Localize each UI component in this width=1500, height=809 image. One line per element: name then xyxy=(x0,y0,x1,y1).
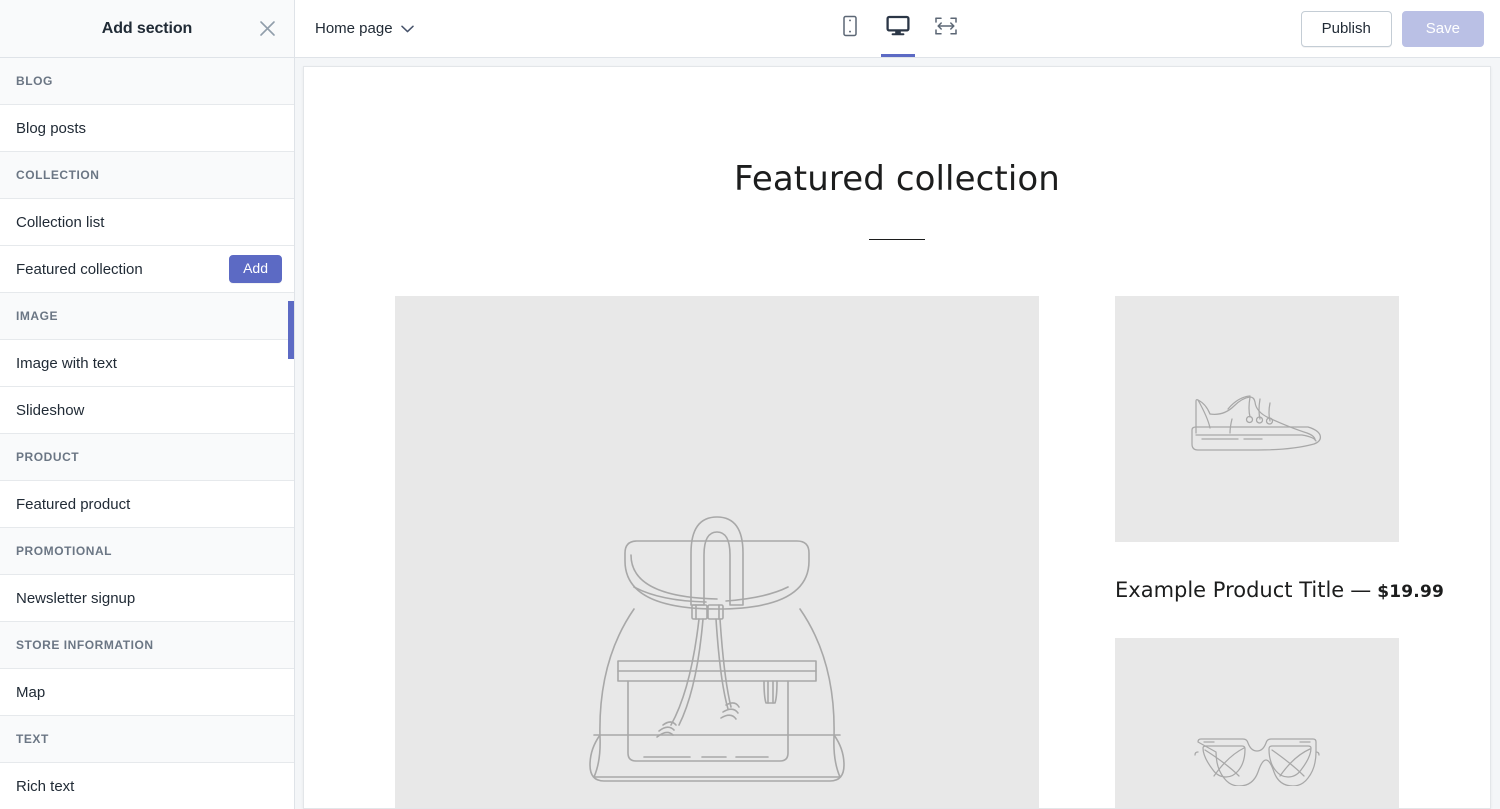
panel-header: Add section xyxy=(0,0,294,58)
page-selector[interactable]: Home page xyxy=(309,16,420,41)
glasses-placeholder-icon[interactable] xyxy=(1115,638,1399,808)
device-toggle-full-width[interactable] xyxy=(928,0,964,56)
editor-toolbar: Home page Publish Save xyxy=(295,0,1500,58)
add-section-panel: Add section BLOG Blog posts COLLECTION C… xyxy=(0,0,295,809)
product-title-price: Example Product Title — $19.99 xyxy=(1115,578,1444,602)
group-header-text: TEXT xyxy=(0,716,294,763)
mobile-icon xyxy=(840,15,860,37)
preview-canvas[interactable]: Featured collection Example Product Titl… xyxy=(303,66,1491,809)
section-item-collection-list[interactable]: Collection list xyxy=(0,199,294,246)
device-toggle-group xyxy=(832,0,964,57)
section-item-newsletter-signup[interactable]: Newsletter signup xyxy=(0,575,294,622)
device-toggle-desktop[interactable] xyxy=(880,0,916,57)
device-toggle-mobile[interactable] xyxy=(832,0,868,56)
section-item-label: Newsletter signup xyxy=(16,589,136,607)
product-card-large[interactable] xyxy=(395,296,1039,808)
section-item-map[interactable]: Map xyxy=(0,669,294,716)
add-button[interactable]: Add xyxy=(229,254,282,284)
fullwidth-icon xyxy=(934,16,958,36)
group-header-blog: BLOG xyxy=(0,58,294,105)
product-grid: Example Product Title — $19.99 xyxy=(304,296,1490,808)
section-item-label: Featured product xyxy=(16,495,131,513)
group-header-store-information: STORE INFORMATION xyxy=(0,622,294,669)
shoe-placeholder-icon[interactable] xyxy=(1115,296,1399,542)
product-price: $19.99 xyxy=(1377,582,1445,602)
desktop-icon xyxy=(885,15,910,37)
close-icon[interactable] xyxy=(254,16,280,42)
section-item-rich-text[interactable]: Rich text xyxy=(0,763,294,809)
section-item-slideshow[interactable]: Slideshow xyxy=(0,387,294,434)
section-item-label: Slideshow xyxy=(16,401,85,419)
product-separator: — xyxy=(1350,578,1372,602)
theme-editor: Add section BLOG Blog posts COLLECTION C… xyxy=(0,0,1500,809)
save-button: Save xyxy=(1401,10,1484,47)
section-item-label: Blog posts xyxy=(16,119,87,137)
section-item-label: Collection list xyxy=(16,213,105,231)
group-header-image: IMAGE xyxy=(0,293,294,340)
sidebar-scrollbar-thumb[interactable] xyxy=(288,301,294,359)
heading-rule xyxy=(869,239,925,240)
product-title: Example Product Title xyxy=(1115,578,1345,602)
preview-canvas-wrap: Featured collection Example Product Titl… xyxy=(295,58,1500,809)
group-header-promotional: PROMOTIONAL xyxy=(0,528,294,575)
editor-main: Home page Publish Save Featured collecti… xyxy=(295,0,1500,809)
section-list[interactable]: BLOG Blog posts COLLECTION Collection li… xyxy=(0,58,294,809)
section-item-label: Rich text xyxy=(16,777,75,795)
page-selector-label: Home page xyxy=(315,20,393,37)
publish-button[interactable]: Publish xyxy=(1300,10,1392,47)
toolbar-actions: Publish Save xyxy=(1300,10,1484,47)
section-item-label: Image with text xyxy=(16,354,117,372)
chevron-down-icon xyxy=(400,25,414,33)
section-item-featured-collection[interactable]: Featured collection Add xyxy=(0,246,294,293)
storefront-preview: Featured collection Example Product Titl… xyxy=(304,67,1490,808)
section-item-label: Featured collection xyxy=(16,260,143,278)
section-item-featured-product[interactable]: Featured product xyxy=(0,481,294,528)
group-header-product: PRODUCT xyxy=(0,434,294,481)
group-header-collection: COLLECTION xyxy=(0,152,294,199)
backpack-placeholder-icon xyxy=(395,296,1039,808)
product-card-column: Example Product Title — $19.99 xyxy=(1115,296,1444,808)
panel-title: Add section xyxy=(101,19,193,37)
section-item-image-with-text[interactable]: Image with text xyxy=(0,340,294,387)
section-item-label: Map xyxy=(16,683,46,701)
section-item-blog-posts[interactable]: Blog posts xyxy=(0,105,294,152)
featured-collection-heading: Featured collection xyxy=(734,159,1060,199)
